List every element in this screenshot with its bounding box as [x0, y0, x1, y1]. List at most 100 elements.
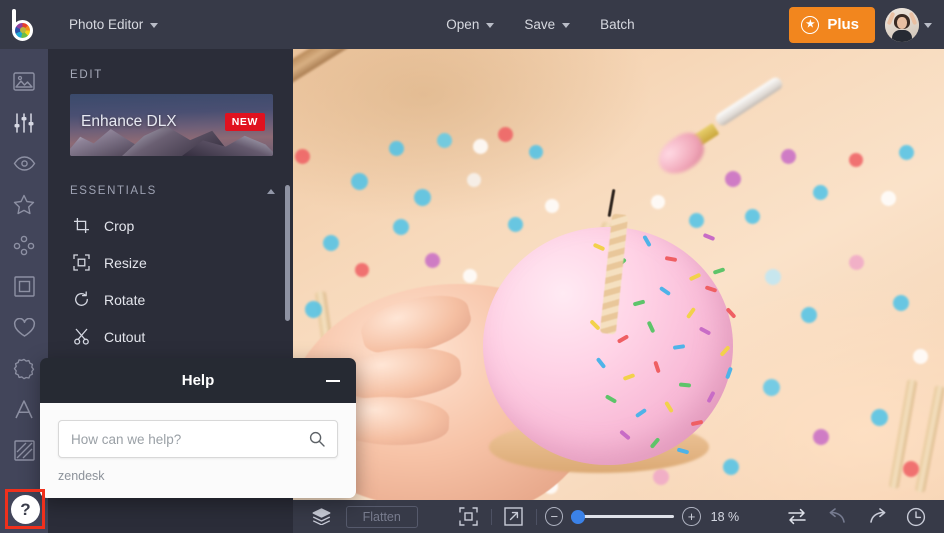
search-icon [309, 431, 325, 447]
rail-item-artsy[interactable] [0, 225, 48, 266]
help-widget-body: zendesk [40, 403, 356, 498]
sidebar-item-rotate[interactable]: Rotate [48, 281, 293, 318]
zendesk-brand-label: zendesk [58, 469, 105, 483]
layers-button[interactable] [307, 504, 336, 530]
texture-icon [13, 440, 35, 461]
help-search-input[interactable] [71, 431, 309, 447]
history-button[interactable] [901, 504, 930, 530]
zoom-out-button[interactable]: − [545, 507, 564, 526]
crop-icon [72, 217, 90, 234]
avatar [885, 7, 919, 42]
photo-image [293, 49, 944, 500]
app-logo[interactable] [0, 0, 48, 49]
page-title: EDIT [70, 69, 103, 81]
fit-to-screen-button[interactable] [454, 504, 483, 530]
open-label: Open [446, 17, 480, 32]
layers-icon [312, 508, 331, 525]
slider-thumb[interactable] [571, 509, 586, 524]
help-widget-header: Help [40, 358, 356, 403]
fullscreen-button[interactable] [500, 504, 529, 530]
banner-label: Enhance DLX [81, 113, 177, 130]
expand-arrow-icon [504, 507, 524, 526]
history-clock-icon [906, 507, 925, 526]
eye-icon [13, 156, 35, 171]
chevron-down-icon [486, 23, 495, 28]
star-circle-icon: ★ [801, 15, 820, 34]
section-header-essentials[interactable]: ESSENTIALS [48, 175, 293, 207]
photo-editor-app: Photo Editor Open Save Batch ★ Plus ? ED… [0, 0, 944, 533]
topbar-right-actions: ★ Plus [789, 6, 944, 43]
divider [536, 508, 538, 525]
section-label: ESSENTIALS [70, 185, 157, 197]
bottom-toolbar: Flatten − + 18 % [293, 500, 944, 533]
rail-item-frames[interactable] [0, 266, 48, 307]
artsy-dots-icon [13, 235, 35, 256]
rail-item-edit[interactable] [0, 102, 48, 143]
plus-upgrade-button[interactable]: ★ Plus [789, 6, 875, 43]
minus-icon: − [550, 509, 559, 524]
rail-item-photo[interactable] [0, 61, 48, 102]
chevron-down-icon [150, 23, 159, 28]
compare-swap-icon [788, 508, 807, 525]
caret-up-icon [267, 188, 275, 194]
minimize-icon[interactable] [326, 379, 340, 382]
befunky-logo-icon [9, 8, 39, 41]
zoom-slider[interactable] [571, 509, 675, 524]
chevron-down-icon [924, 23, 932, 28]
banner-wrap: Enhance DLX NEW [48, 91, 293, 156]
chevron-down-icon [562, 23, 571, 28]
image-icon [13, 72, 35, 91]
frame-icon [13, 276, 35, 297]
plus-icon: + [687, 509, 696, 524]
help-search-box[interactable] [58, 420, 338, 458]
plus-label: Plus [827, 16, 859, 33]
fit-to-screen-icon [459, 507, 478, 526]
open-button[interactable]: Open [433, 9, 507, 41]
undo-button[interactable] [823, 504, 852, 530]
heart-icon [13, 317, 35, 337]
text-a-icon [15, 400, 33, 419]
sidebar-item-label: Crop [104, 217, 135, 234]
compare-button[interactable] [783, 504, 812, 530]
divider [490, 508, 492, 525]
account-menu-button[interactable] [885, 7, 932, 42]
app-switcher-button[interactable]: Photo Editor [56, 9, 171, 41]
batch-label: Batch [600, 17, 635, 32]
new-badge: NEW [224, 113, 265, 131]
redo-arrow-icon [869, 508, 885, 523]
rail-item-graphics[interactable] [0, 307, 48, 348]
sliders-icon [14, 112, 34, 133]
zoom-level-label: 18 % [710, 509, 740, 524]
help-widget-title: Help [181, 372, 215, 389]
resize-icon [72, 254, 90, 271]
badge-icon [13, 358, 35, 379]
star-icon [13, 194, 35, 215]
sidebar-scrollbar[interactable] [285, 185, 290, 321]
topbar-center-actions: Open Save Batch [433, 9, 647, 41]
question-mark-icon: ? [20, 499, 31, 519]
redo-button[interactable] [863, 504, 892, 530]
save-button[interactable]: Save [511, 9, 583, 41]
sidebar-item-label: Cutout [104, 328, 146, 345]
undo-arrow-icon [830, 508, 846, 523]
flatten-button[interactable]: Flatten [345, 505, 418, 528]
scissors-icon [72, 328, 90, 345]
app-switcher-label: Photo Editor [69, 17, 144, 32]
rail-item-touchup[interactable] [0, 143, 48, 184]
enhance-dlx-banner[interactable]: Enhance DLX NEW [70, 94, 273, 156]
sidebar-item-cutout[interactable]: Cutout [48, 318, 293, 355]
sidebar-item-label: Resize [104, 254, 147, 271]
batch-button[interactable]: Batch [587, 9, 648, 41]
sidebar-item-crop[interactable]: Crop [48, 207, 293, 244]
rail-item-effects[interactable] [0, 184, 48, 225]
zoom-in-button[interactable]: + [682, 507, 701, 526]
help-widget: Help zendesk [40, 358, 356, 498]
sidebar-item-resize[interactable]: Resize [48, 244, 293, 281]
rotate-icon [72, 291, 90, 308]
sidebar-item-label: Rotate [104, 291, 146, 308]
save-label: Save [524, 17, 556, 32]
help-fab-button[interactable]: ? [11, 495, 40, 524]
slider-track [571, 515, 675, 518]
canvas-area[interactable] [293, 49, 944, 500]
flatten-label: Flatten [362, 509, 401, 524]
